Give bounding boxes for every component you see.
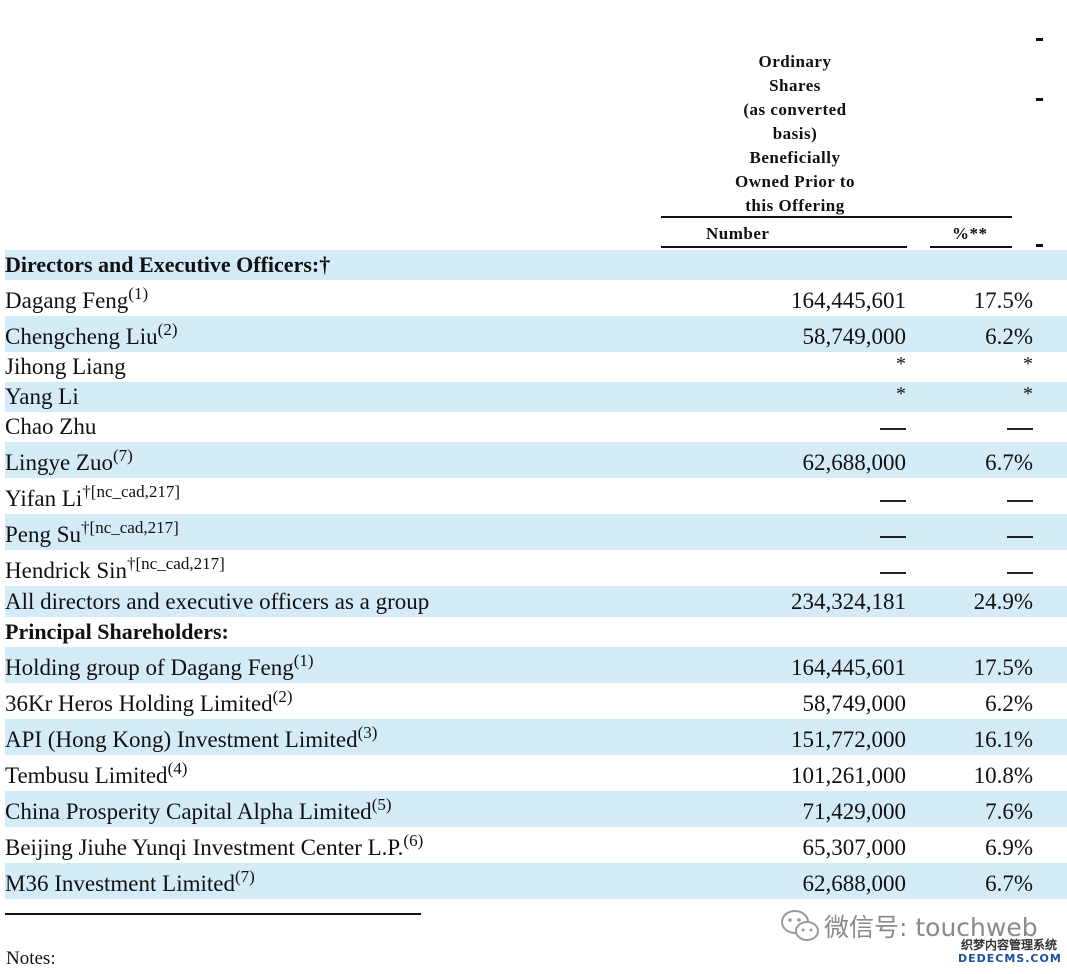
shares-percent: 6.2% — [985, 324, 1033, 349]
shares-number: — — [880, 572, 906, 574]
section-header-principal: Principal Shareholders: — [5, 617, 1067, 647]
site-watermark-en: DEDECMS.COM — [958, 952, 1062, 965]
shares-number: * — [896, 353, 906, 375]
table-row: Hendrick Sin†[nc_cad,217] — — — [5, 550, 1067, 586]
holder-name: Dagang Feng(1) — [5, 284, 149, 313]
shares-number: 164,445,601 — [791, 655, 906, 680]
shares-number: 58,749,000 — [802, 691, 907, 716]
holder-name: Tembusu Limited(4) — [5, 759, 188, 788]
table-row: API (Hong Kong) Investment Limited(3) 15… — [5, 719, 1067, 755]
column-percent-header: %** — [952, 224, 988, 243]
table-row: Holding group of Dagang Feng(1) 164,445,… — [5, 647, 1067, 683]
header-line: this Offering — [745, 196, 845, 215]
section-header-directors: Directors and Executive Officers:† — [5, 250, 1067, 280]
shares-number: — — [880, 500, 906, 502]
table-row: Beijing Jiuhe Yunqi Investment Center L.… — [5, 827, 1067, 863]
holder-name: Holding group of Dagang Feng(1) — [5, 651, 314, 680]
notes-label: Notes: — [6, 948, 56, 969]
shares-percent: — — [1007, 428, 1033, 430]
holder-name: Beijing Jiuhe Yunqi Investment Center L.… — [5, 831, 424, 860]
shares-percent: — — [1007, 536, 1033, 538]
header-line: Shares — [769, 76, 821, 95]
holder-name: Chao Zhu — [5, 414, 97, 439]
holder-name: Yifan Li†[nc_cad,217] — [5, 482, 181, 511]
percent-underline — [930, 246, 1012, 248]
margin-tick — [1036, 98, 1043, 101]
header-line: Beneficially — [749, 148, 841, 167]
shares-percent: * — [1023, 383, 1033, 405]
table-row: 36Kr Heros Holding Limited(2) 58,749,000… — [5, 683, 1067, 719]
table-row: Dagang Feng(1) 164,445,601 17.5% — [5, 280, 1067, 316]
table-row: Yifan Li†[nc_cad,217] — — — [5, 478, 1067, 514]
header-line: Ordinary — [758, 52, 832, 71]
header-top-rule — [661, 216, 1012, 218]
margin-tick — [1036, 244, 1043, 247]
shares-number: 58,749,000 — [802, 324, 907, 349]
column-group-header: Ordinary Shares (as converted basis) Ben… — [700, 50, 890, 218]
margin-tick — [1036, 38, 1043, 41]
table-row: Peng Su†[nc_cad,217] — — — [5, 514, 1067, 550]
shares-percent: 16.1% — [973, 727, 1033, 752]
holder-name: M36 Investment Limited(7) — [5, 867, 255, 896]
holder-name: 36Kr Heros Holding Limited(2) — [5, 687, 293, 716]
table-row: Chao Zhu — — — [5, 412, 1067, 442]
table-row: Tembusu Limited(4) 101,261,000 10.8% — [5, 755, 1067, 791]
shares-number: 62,688,000 — [802, 871, 907, 896]
shares-number: * — [896, 383, 906, 405]
site-watermark-cn: 织梦内容管理系统 — [960, 938, 1057, 952]
holder-name: Lingye Zuo(7) — [5, 446, 133, 475]
holder-name: Yang Li — [5, 384, 79, 409]
shares-number: 101,261,000 — [791, 763, 906, 788]
table-row: Yang Li * * — [5, 382, 1067, 412]
shares-number: 71,429,000 — [802, 799, 907, 824]
header-line: basis) — [772, 124, 818, 143]
shares-percent: 24.9% — [973, 589, 1033, 614]
header-line: (as converted — [743, 100, 847, 119]
shares-percent: — — [1007, 572, 1033, 574]
holder-name: Chengcheng Liu(2) — [5, 320, 178, 349]
footnote-rule — [5, 913, 421, 915]
shares-percent: — — [1007, 500, 1033, 502]
shares-number: 62,688,000 — [802, 450, 907, 475]
shares-percent: 6.7% — [985, 871, 1033, 896]
holder-name: Jihong Liang — [5, 354, 126, 379]
shares-number: 234,324,181 — [791, 589, 906, 614]
section-title: Principal Shareholders: — [5, 619, 229, 644]
shares-number: — — [880, 536, 906, 538]
table-row: China Prosperity Capital Alpha Limited(5… — [5, 791, 1067, 827]
shares-number: 164,445,601 — [791, 288, 906, 313]
holder-name: China Prosperity Capital Alpha Limited(5… — [5, 795, 392, 824]
shares-percent: 17.5% — [973, 288, 1033, 313]
holder-name: All directors and executive officers as … — [5, 589, 430, 614]
site-watermark: 织梦内容管理系统 DEDECMS.COM — [958, 938, 1062, 966]
holder-name: Peng Su†[nc_cad,217] — [5, 518, 179, 547]
table-row: M36 Investment Limited(7) 62,688,000 6.7… — [5, 863, 1067, 899]
header-line: Owned Prior to — [734, 172, 855, 191]
shares-percent: 10.8% — [973, 763, 1033, 788]
table-row-group-total: All directors and executive officers as … — [5, 586, 1067, 617]
shares-percent: * — [1023, 353, 1033, 375]
shares-percent: 6.7% — [985, 450, 1033, 475]
shares-percent: 17.5% — [973, 655, 1033, 680]
shares-number: 151,772,000 — [791, 727, 906, 752]
wechat-icon — [781, 910, 819, 941]
column-number-header: Number — [706, 224, 770, 243]
table-row: Jihong Liang * * — [5, 352, 1067, 382]
shares-percent: 6.2% — [985, 691, 1033, 716]
holder-name: Hendrick Sin†[nc_cad,217] — [5, 554, 225, 583]
section-title: Directors and Executive Officers:† — [5, 252, 331, 277]
shares-percent: 7.6% — [985, 799, 1033, 824]
shares-number: — — [880, 428, 906, 430]
table-row: Lingye Zuo(7) 62,688,000 6.7% — [5, 442, 1067, 478]
holder-name: API (Hong Kong) Investment Limited(3) — [5, 723, 378, 752]
shares-percent: 6.9% — [985, 835, 1033, 860]
table-row: Chengcheng Liu(2) 58,749,000 6.2% — [5, 316, 1067, 352]
number-underline — [661, 246, 907, 248]
shares-number: 65,307,000 — [802, 835, 907, 860]
